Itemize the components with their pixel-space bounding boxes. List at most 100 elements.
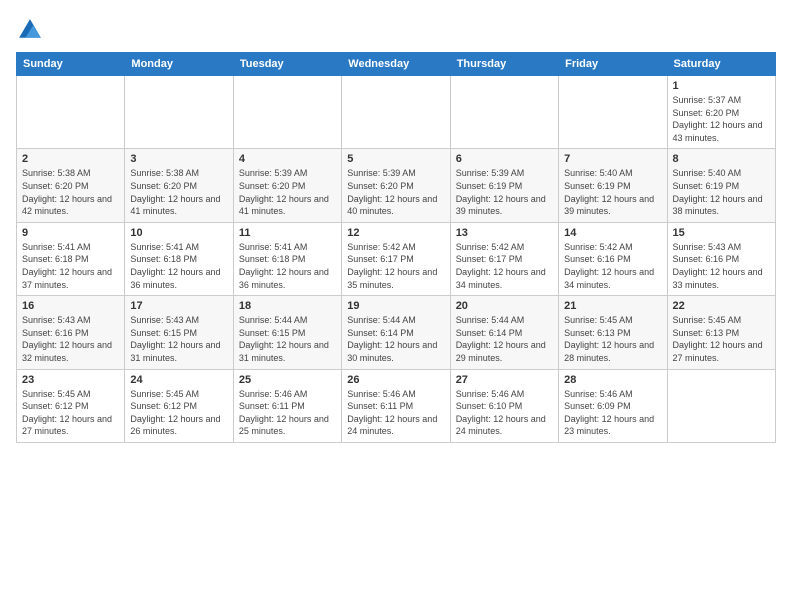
day-info: Sunrise: 5:43 AM Sunset: 6:16 PM Dayligh… [673, 241, 770, 291]
calendar-cell: 7 Sunrise: 5:40 AM Sunset: 6:19 PM Daylig… [559, 149, 667, 222]
day-number: 10 [130, 227, 227, 239]
calendar-cell: 12 Sunrise: 5:42 AM Sunset: 6:17 PM Dayli… [342, 222, 450, 295]
day-info: Sunrise: 5:42 AM Sunset: 6:17 PM Dayligh… [347, 241, 444, 291]
calendar-cell: 26 Sunrise: 5:46 AM Sunset: 6:11 PM Dayli… [342, 369, 450, 442]
day-number: 16 [22, 300, 119, 312]
calendar-cell: 24 Sunrise: 5:45 AM Sunset: 6:12 PM Dayli… [125, 369, 233, 442]
calendar-cell [233, 76, 341, 149]
day-info: Sunrise: 5:38 AM Sunset: 6:20 PM Dayligh… [130, 167, 227, 217]
calendar-cell: 22 Sunrise: 5:45 AM Sunset: 6:13 PM Dayli… [667, 296, 775, 369]
day-info: Sunrise: 5:43 AM Sunset: 6:15 PM Dayligh… [130, 314, 227, 364]
calendar-cell: 21 Sunrise: 5:45 AM Sunset: 6:13 PM Dayli… [559, 296, 667, 369]
day-info: Sunrise: 5:45 AM Sunset: 6:13 PM Dayligh… [673, 314, 770, 364]
calendar-cell: 25Sunrise: 5:46 AM Sunset: 6:11 PM Dayli… [233, 369, 341, 442]
calendar-cell: 8Sunrise: 5:40 AM Sunset: 6:19 PM Daylig… [667, 149, 775, 222]
day-info: Sunrise: 5:44 AM Sunset: 6:14 PM Dayligh… [347, 314, 444, 364]
calendar-cell: 19 Sunrise: 5:44 AM Sunset: 6:14 PM Dayli… [342, 296, 450, 369]
calendar-cell: 23 Sunrise: 5:45 AM Sunset: 6:12 PM Dayli… [17, 369, 125, 442]
logo [16, 16, 48, 44]
weekday-header-friday: Friday [559, 53, 667, 76]
calendar-cell: 11 Sunrise: 5:41 AM Sunset: 6:18 PM Dayli… [233, 222, 341, 295]
day-number: 14 [564, 227, 661, 239]
calendar-week-row: 1 Sunrise: 5:37 AM Sunset: 6:20 PM Daylig… [17, 76, 776, 149]
calendar-cell: 1 Sunrise: 5:37 AM Sunset: 6:20 PM Daylig… [667, 76, 775, 149]
day-info: Sunrise: 5:38 AM Sunset: 6:20 PM Dayligh… [22, 167, 119, 217]
day-number: 22 [673, 300, 770, 312]
day-info: Sunrise: 5:42 AM Sunset: 6:17 PM Dayligh… [456, 241, 553, 291]
day-info: Sunrise: 5:41 AM Sunset: 6:18 PM Dayligh… [22, 241, 119, 291]
calendar-cell [559, 76, 667, 149]
calendar-week-row: 2 Sunrise: 5:38 AM Sunset: 6:20 PM Daylig… [17, 149, 776, 222]
day-info: Sunrise: 5:46 AM Sunset: 6:09 PM Dayligh… [564, 388, 661, 438]
calendar-cell [667, 369, 775, 442]
calendar-cell: 15 Sunrise: 5:43 AM Sunset: 6:16 PM Dayli… [667, 222, 775, 295]
weekday-header-monday: Monday [125, 53, 233, 76]
day-number: 26 [347, 374, 444, 386]
calendar-cell: 2 Sunrise: 5:38 AM Sunset: 6:20 PM Daylig… [17, 149, 125, 222]
logo-icon [16, 16, 44, 44]
weekday-header-tuesday: Tuesday [233, 53, 341, 76]
day-info: Sunrise: 5:41 AM Sunset: 6:18 PM Dayligh… [239, 241, 336, 291]
weekday-header-wednesday: Wednesday [342, 53, 450, 76]
day-info: Sunrise: 5:39 AM Sunset: 6:20 PM Dayligh… [347, 167, 444, 217]
calendar-cell: 16 Sunrise: 5:43 AM Sunset: 6:16 PM Dayli… [17, 296, 125, 369]
calendar-cell: 17Sunrise: 5:43 AM Sunset: 6:15 PM Dayli… [125, 296, 233, 369]
calendar-cell: 4Sunrise: 5:39 AM Sunset: 6:20 PM Daylig… [233, 149, 341, 222]
day-number: 11 [239, 227, 336, 239]
day-number: 9 [22, 227, 119, 239]
calendar-cell: 18 Sunrise: 5:44 AM Sunset: 6:15 PM Dayli… [233, 296, 341, 369]
calendar-week-row: 23 Sunrise: 5:45 AM Sunset: 6:12 PM Dayli… [17, 369, 776, 442]
day-info: Sunrise: 5:43 AM Sunset: 6:16 PM Dayligh… [22, 314, 119, 364]
day-info: Sunrise: 5:41 AM Sunset: 6:18 PM Dayligh… [130, 241, 227, 291]
day-number: 1 [673, 80, 770, 92]
day-number: 13 [456, 227, 553, 239]
day-number: 6 [456, 153, 553, 165]
day-number: 2 [22, 153, 119, 165]
day-info: Sunrise: 5:46 AM Sunset: 6:11 PM Dayligh… [239, 388, 336, 438]
day-info: Sunrise: 5:40 AM Sunset: 6:19 PM Dayligh… [673, 167, 770, 217]
calendar-week-row: 9 Sunrise: 5:41 AM Sunset: 6:18 PM Daylig… [17, 222, 776, 295]
calendar-cell: 20 Sunrise: 5:44 AM Sunset: 6:14 PM Dayli… [450, 296, 558, 369]
day-number: 5 [347, 153, 444, 165]
day-number: 12 [347, 227, 444, 239]
weekday-header-thursday: Thursday [450, 53, 558, 76]
calendar-cell: 6 Sunrise: 5:39 AM Sunset: 6:19 PM Daylig… [450, 149, 558, 222]
day-info: Sunrise: 5:42 AM Sunset: 6:16 PM Dayligh… [564, 241, 661, 291]
calendar-cell: 13 Sunrise: 5:42 AM Sunset: 6:17 PM Dayli… [450, 222, 558, 295]
day-number: 19 [347, 300, 444, 312]
day-number: 27 [456, 374, 553, 386]
calendar-cell: 10 Sunrise: 5:41 AM Sunset: 6:18 PM Dayli… [125, 222, 233, 295]
day-info: Sunrise: 5:40 AM Sunset: 6:19 PM Dayligh… [564, 167, 661, 217]
calendar-cell [17, 76, 125, 149]
calendar-cell [125, 76, 233, 149]
day-number: 28 [564, 374, 661, 386]
day-info: Sunrise: 5:37 AM Sunset: 6:20 PM Dayligh… [673, 94, 770, 144]
day-number: 23 [22, 374, 119, 386]
calendar-cell: 9 Sunrise: 5:41 AM Sunset: 6:18 PM Daylig… [17, 222, 125, 295]
day-number: 7 [564, 153, 661, 165]
calendar-cell: 14 Sunrise: 5:42 AM Sunset: 6:16 PM Dayli… [559, 222, 667, 295]
calendar-table: SundayMondayTuesdayWednesdayThursdayFrid… [16, 52, 776, 443]
day-info: Sunrise: 5:44 AM Sunset: 6:14 PM Dayligh… [456, 314, 553, 364]
day-number: 3 [130, 153, 227, 165]
calendar-cell: 5 Sunrise: 5:39 AM Sunset: 6:20 PM Daylig… [342, 149, 450, 222]
day-info: Sunrise: 5:45 AM Sunset: 6:13 PM Dayligh… [564, 314, 661, 364]
weekday-header-row: SundayMondayTuesdayWednesdayThursdayFrid… [17, 53, 776, 76]
day-info: Sunrise: 5:39 AM Sunset: 6:20 PM Dayligh… [239, 167, 336, 217]
day-info: Sunrise: 5:45 AM Sunset: 6:12 PM Dayligh… [22, 388, 119, 438]
day-number: 18 [239, 300, 336, 312]
day-info: Sunrise: 5:45 AM Sunset: 6:12 PM Dayligh… [130, 388, 227, 438]
day-number: 20 [456, 300, 553, 312]
day-number: 21 [564, 300, 661, 312]
day-number: 15 [673, 227, 770, 239]
day-number: 24 [130, 374, 227, 386]
day-info: Sunrise: 5:39 AM Sunset: 6:19 PM Dayligh… [456, 167, 553, 217]
day-info: Sunrise: 5:44 AM Sunset: 6:15 PM Dayligh… [239, 314, 336, 364]
day-info: Sunrise: 5:46 AM Sunset: 6:11 PM Dayligh… [347, 388, 444, 438]
page-header [16, 16, 776, 44]
calendar-week-row: 16 Sunrise: 5:43 AM Sunset: 6:16 PM Dayli… [17, 296, 776, 369]
calendar-cell: 3 Sunrise: 5:38 AM Sunset: 6:20 PM Daylig… [125, 149, 233, 222]
calendar-cell: 28 Sunrise: 5:46 AM Sunset: 6:09 PM Dayli… [559, 369, 667, 442]
calendar-cell [342, 76, 450, 149]
day-info: Sunrise: 5:46 AM Sunset: 6:10 PM Dayligh… [456, 388, 553, 438]
